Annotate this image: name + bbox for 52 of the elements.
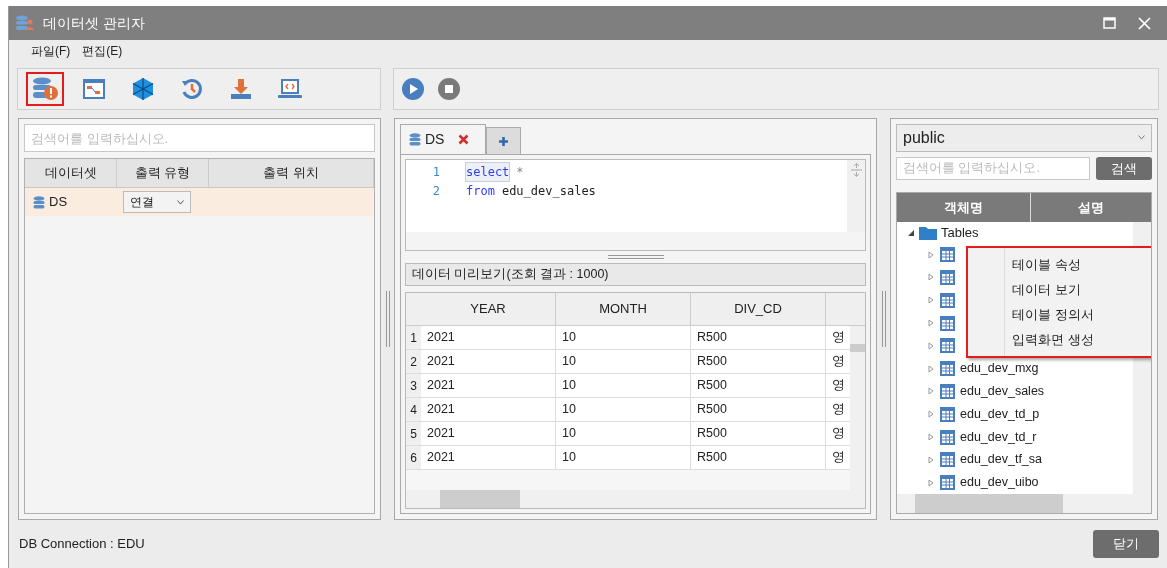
code-line: from edu_dev_sales <box>466 182 596 200</box>
column-header: 설명 <box>1077 199 1105 217</box>
table-cell: 10 <box>556 374 691 397</box>
table-cell: R500 <box>691 374 826 397</box>
column-header: MONTH <box>556 293 691 325</box>
column-header: 출력 위치 <box>209 159 374 187</box>
table-cell: R500 <box>691 350 826 373</box>
column-header: YEAR <box>421 293 556 325</box>
table-cell: R500 <box>691 446 826 469</box>
table-name: edu_dev_tf_sa <box>960 451 1042 469</box>
table-cell: 2021 <box>421 422 556 445</box>
row-number: 2 <box>406 350 421 373</box>
table-name: edu_dev_sales <box>960 383 1045 401</box>
table-cell: 영 <box>826 374 850 397</box>
table-name: edu_dev_td_p <box>960 405 1040 423</box>
table-cell: 2021 <box>421 374 556 397</box>
table-cell: 영 <box>826 350 850 373</box>
table-cell: 10 <box>556 398 691 421</box>
table-cell: 10 <box>556 326 691 349</box>
table-name: edu_dev_td_r <box>960 428 1037 446</box>
row-number: 5 <box>406 422 421 445</box>
table-name: edu_dev_uibo <box>960 474 1039 492</box>
column-header: 데이터셋 <box>25 159 117 187</box>
table-cell: R500 <box>691 422 826 445</box>
table-cell: 2021 <box>421 350 556 373</box>
table-cell: R500 <box>691 326 826 349</box>
table-cell: 영 <box>826 326 850 349</box>
table-cell: 10 <box>556 350 691 373</box>
table-cell: 2021 <box>421 446 556 469</box>
code-line: select * <box>466 162 524 181</box>
line-number: 2 <box>431 182 440 200</box>
table-cell: 10 <box>556 422 691 445</box>
row-number: 1 <box>406 326 421 349</box>
preview-title: 데이터 미리보기(조회 결과 : 1000) <box>405 263 866 286</box>
row-number: 6 <box>406 446 421 469</box>
line-number: 1 <box>431 163 440 181</box>
column-header: 객체명 <box>897 193 1031 223</box>
table-cell: 영 <box>826 398 850 421</box>
column-header: DIV_CD <box>691 293 826 325</box>
column-header: 출력 유형 <box>117 159 209 187</box>
table-cell: 10 <box>556 446 691 469</box>
connection-status: DB Connection : EDU <box>19 535 145 554</box>
table-name: edu_dev_mxg <box>960 360 1039 378</box>
table-cell: 영 <box>826 422 850 445</box>
table-cell: R500 <box>691 398 826 421</box>
table-cell: 영 <box>826 446 850 469</box>
row-number: 4 <box>406 398 421 421</box>
table-cell: 2021 <box>421 326 556 349</box>
table-cell: 2021 <box>421 398 556 421</box>
dataset-name: DS <box>49 193 68 212</box>
window-title: 데이터셋 관리자 <box>43 13 145 33</box>
row-number: 3 <box>406 374 421 397</box>
